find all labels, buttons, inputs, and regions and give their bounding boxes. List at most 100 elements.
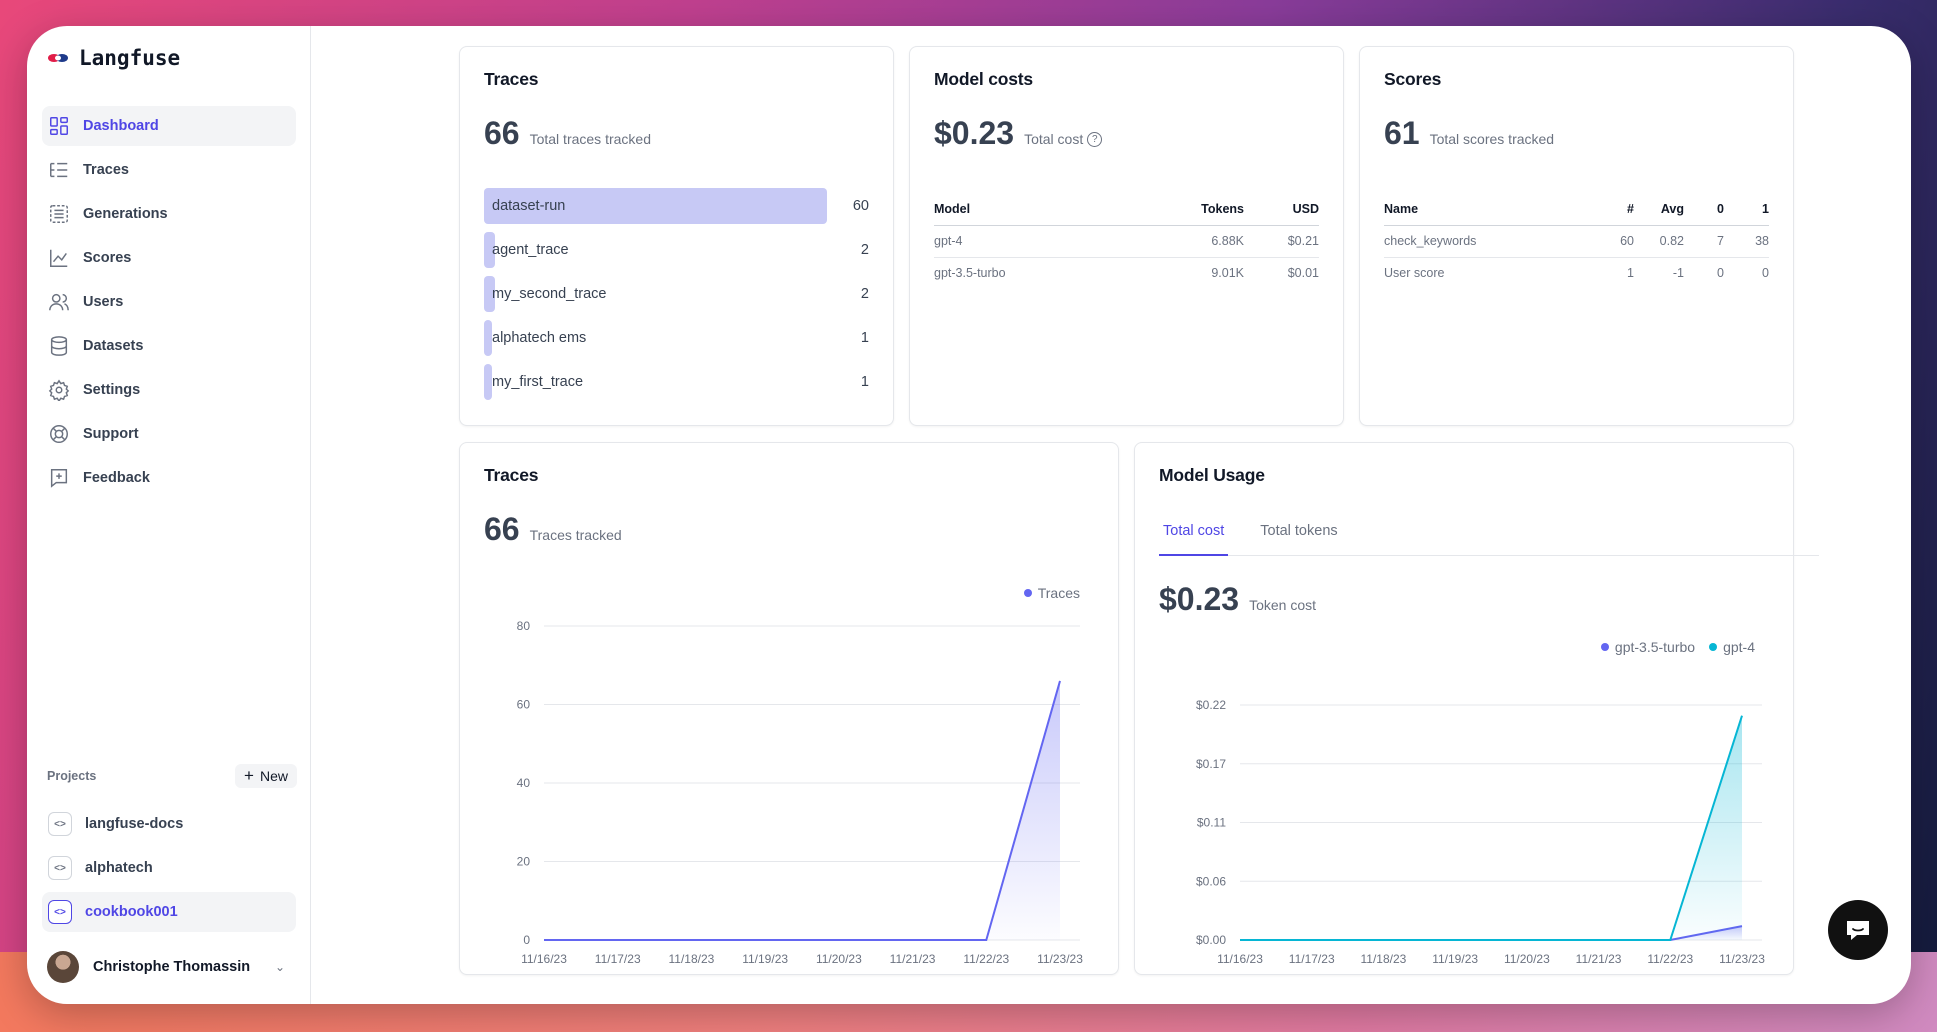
nav-item-scores[interactable]: Scores [42,238,296,278]
table-header: Name [1384,193,1584,226]
table-cell: 0 [1717,266,1724,281]
trace-bar-value: 2 [860,286,869,302]
table-header: 1 [1724,193,1769,226]
y-tick-label: 20 [517,855,531,869]
chart-legend: Traces [1023,585,1080,601]
chat-icon [1847,921,1869,940]
nav-item-support[interactable]: Support [42,414,296,454]
project-label: langfuse-docs [85,816,184,832]
logo[interactable]: Langfuse [47,46,180,70]
database-icon [50,336,68,356]
legend-item-gpt-4[interactable]: gpt-4 [1709,639,1755,655]
metric-label: Total traces tracked [529,131,651,147]
series-area [1240,715,1742,940]
metric-label: Traces tracked [529,527,622,543]
x-tick-label: 11/19/23 [742,952,788,966]
model-costs-card: Model costs $0.23 Total cost? Model Token… [909,46,1344,426]
metric-value: 61 [1384,115,1420,151]
table-cell: 7 [1684,225,1724,258]
table-cell: 6.88K [1154,225,1244,258]
table-header: # [1584,193,1634,226]
chevron-down-icon: ⌄ [274,960,285,974]
model-usage-card: Model Usage Total cost Total tokens $0.2… [1134,442,1819,975]
x-tick-label: 11/16/23 [521,952,567,966]
card-title: Scores [1384,69,1442,89]
project-item-alphatech[interactable]: <> alphatech [42,848,296,888]
plus-icon: + [244,766,254,785]
y-tick-label: $0.06 [1196,874,1226,888]
table-cell: 9.01K [1211,266,1244,281]
table-row[interactable]: gpt-3.5-turbo 9.01K $0.01 [934,257,1319,289]
card-title: Model Usage [1159,465,1265,485]
trace-bar-row[interactable]: alphatech ems 1 [484,320,869,356]
generations-icon [50,205,68,223]
x-tick-label: 11/20/23 [1504,952,1550,966]
table-cell: $0.01 [1287,266,1319,281]
nav-label: Feedback [83,470,150,486]
metric-label: Total cost? [1024,131,1103,149]
x-tick-label: 11/17/23 [595,952,641,966]
nav-label: Generations [83,206,168,222]
project-label: alphatech [85,860,153,876]
y-tick-label: $0.22 [1196,698,1226,712]
x-tick-label: 11/23/23 [1719,952,1765,966]
legend-label: gpt-4 [1723,639,1755,655]
table-cell: 0 [1762,266,1769,281]
project-item-langfuse-docs[interactable]: <> langfuse-docs [42,804,296,844]
gear-icon [48,379,70,401]
main-nav: Dashboard Traces Generations Scores User… [42,106,296,502]
scores-table: Name # Avg 0 1 check_keywords 60 0.82 7 38 User s… [1384,193,1769,289]
code-icon: <> [48,900,72,924]
nav-label: Users [83,294,124,310]
table-row[interactable]: gpt-4 6.88K $0.21 [934,225,1319,258]
sidebar: Langfuse Dashboard Traces Generations Sc… [27,26,311,1004]
tab-total-tokens[interactable]: Total tokens [1256,515,1341,555]
nav-label: Dashboard [83,118,159,134]
trace-bar-row[interactable]: my_second_trace 2 [484,276,869,312]
nav-label: Scores [83,250,132,266]
table-header: 0 [1684,193,1724,226]
nav-item-traces[interactable]: Traces [42,150,296,190]
nav-item-users[interactable]: Users [42,282,296,322]
new-project-button[interactable]: + New [235,764,297,788]
project-list: <> langfuse-docs <> alphatech <> cookboo… [42,804,296,936]
trace-bar-label: my_second_trace [492,286,607,302]
x-tick-label: 11/17/23 [1289,952,1335,966]
x-tick-label: 11/18/23 [1361,952,1407,966]
code-icon: <> [48,812,72,836]
trace-bar-row[interactable]: agent_trace 2 [484,232,869,268]
table-cell: 38 [1724,225,1769,258]
legend-item-gpt-3-5-turbo[interactable]: gpt-3.5-turbo [1600,639,1695,655]
nav-item-feedback[interactable]: Feedback [42,458,296,498]
project-item-cookbook001[interactable]: <> cookbook001 [42,892,296,932]
y-tick-label: 60 [517,698,531,712]
info-icon[interactable]: ? [1087,132,1103,147]
metric: $0.23 Token cost [1159,581,1316,618]
nav-item-dashboard[interactable]: Dashboard [42,106,296,146]
table-row[interactable]: check_keywords 60 0.82 7 38 [1384,225,1769,258]
x-tick-label: 11/23/23 [1037,952,1083,966]
series-line [1240,715,1743,941]
card-title: Model costs [934,69,1033,89]
user-menu[interactable]: Christophe Thomassin ⌄ [47,951,297,983]
nav-item-datasets[interactable]: Datasets [42,326,296,366]
y-tick-label: $0.00 [1196,933,1226,947]
metric-value: 66 [484,115,520,151]
table-row[interactable]: User score 1 -1 0 0 [1384,257,1769,289]
tab-total-cost[interactable]: Total cost [1159,515,1229,556]
scores-card: Scores 61 Total scores tracked Name # Avg 0… [1359,46,1794,426]
trace-bar-label: agent_trace [492,242,569,258]
legend-dot [1023,589,1032,597]
nav-item-settings[interactable]: Settings [42,370,296,410]
x-tick-label: 11/18/23 [669,952,715,966]
metric-label: Total scores tracked [1429,131,1555,147]
legend-item-traces[interactable]: Traces [1023,585,1080,601]
trace-bar-row[interactable]: dataset-run 60 [484,188,869,224]
table-header: Avg [1634,193,1684,226]
trace-bar-row[interactable]: my_first_trace 1 [484,364,869,400]
chart-legend: gpt-3.5-turbo gpt-4 [1600,639,1755,655]
legend-dot [1600,643,1609,651]
traces-chart-card: Traces 66 Traces tracked Traces 0 20 40 60 8… [459,442,1119,975]
chat-support-button[interactable] [1828,900,1888,960]
nav-item-generations[interactable]: Generations [42,194,296,234]
